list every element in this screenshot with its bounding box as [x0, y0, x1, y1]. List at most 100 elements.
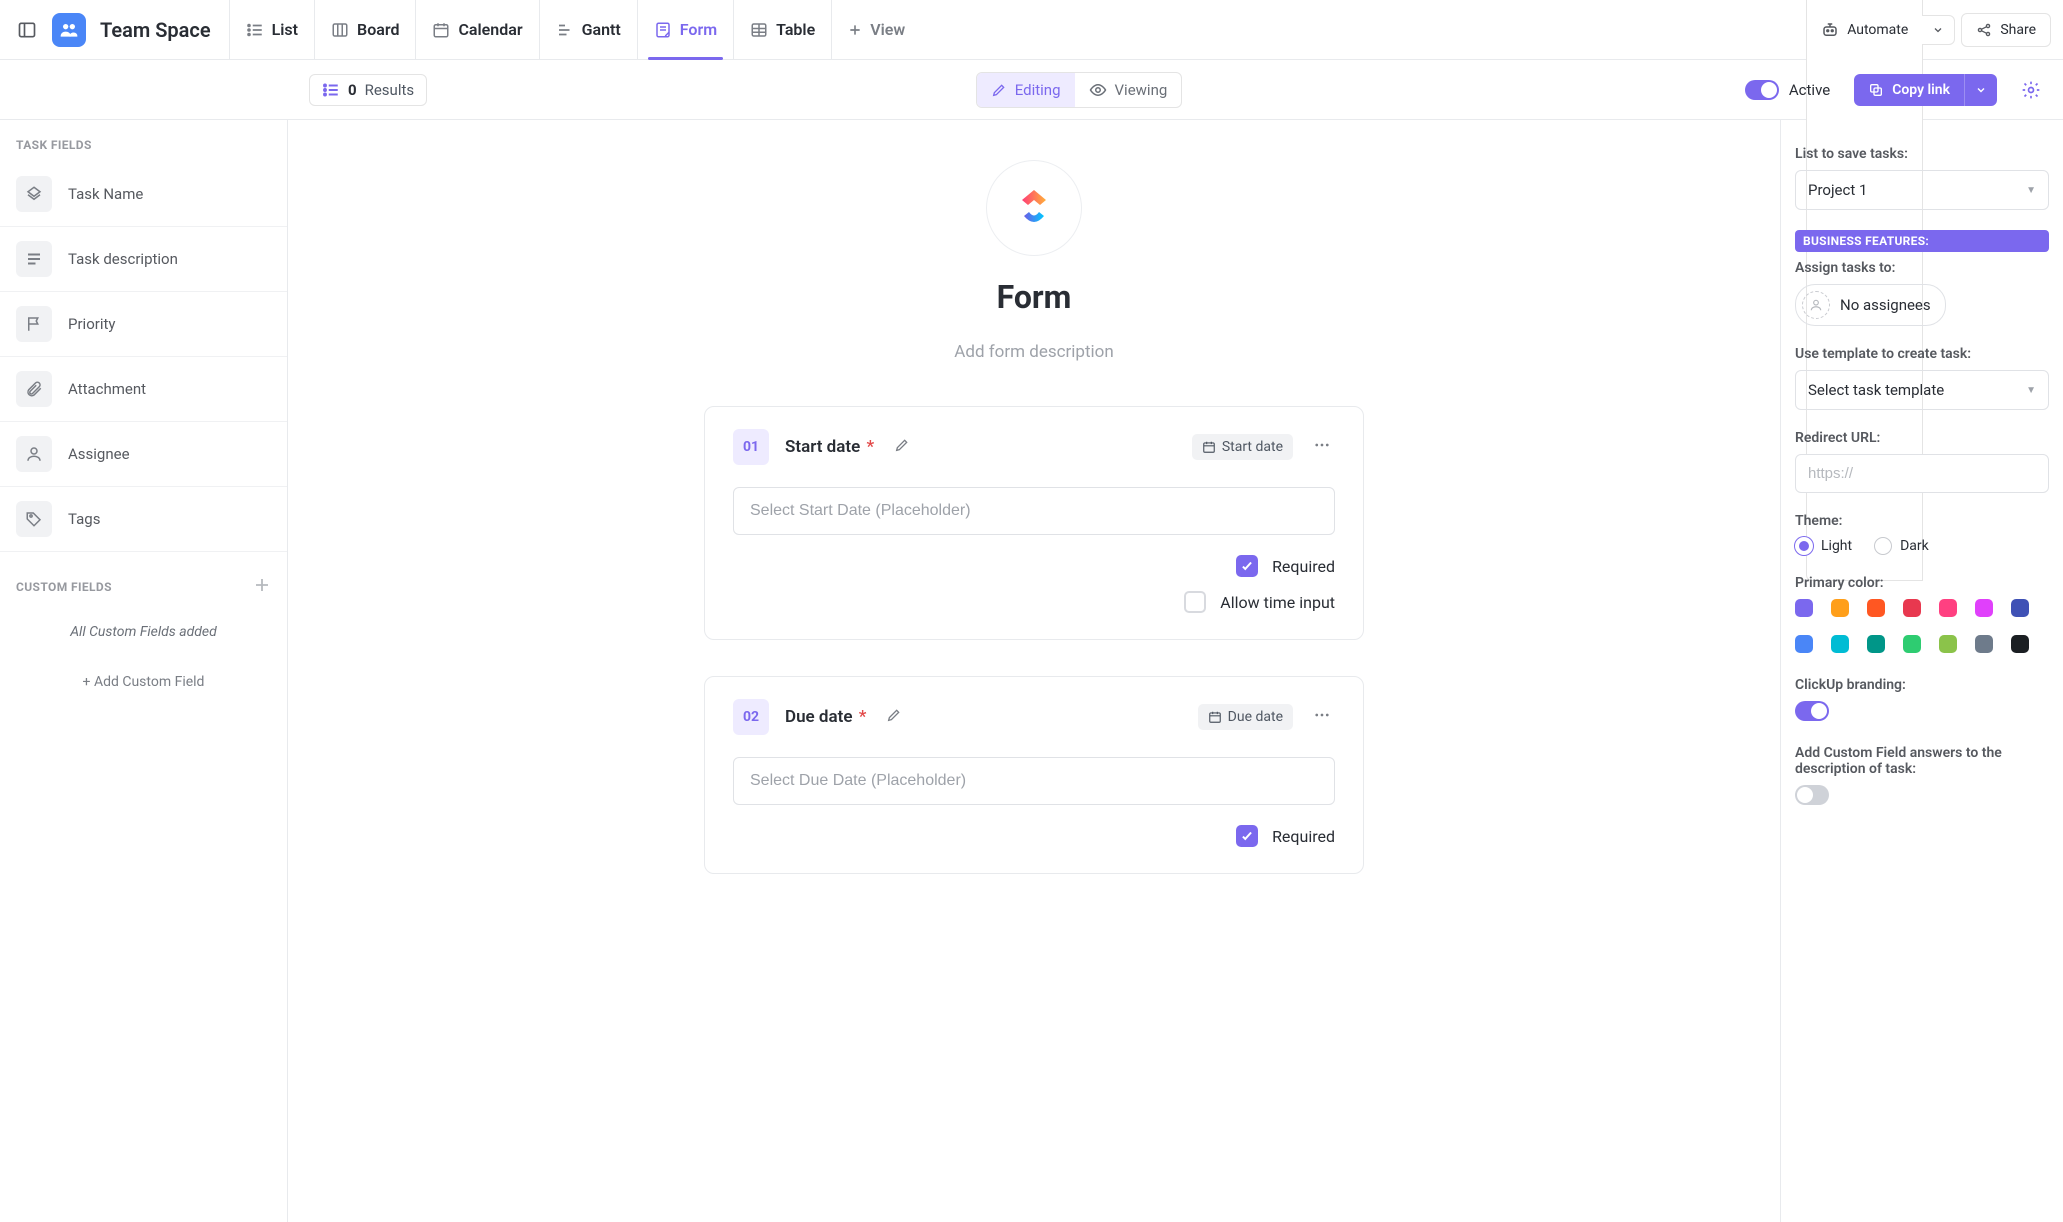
copy-link-dropdown[interactable]	[1964, 74, 1997, 106]
assign-label: Assign tasks to:	[1795, 260, 2049, 276]
form-title[interactable]: Form	[704, 278, 1364, 316]
field-item-priority[interactable]: Priority	[0, 292, 287, 357]
redirect-url-input[interactable]	[1795, 454, 2049, 493]
color-swatch[interactable]	[1903, 599, 1921, 617]
edit-field-title-button[interactable]	[894, 437, 910, 457]
color-swatch[interactable]	[2011, 599, 2029, 617]
add-view-button[interactable]: View	[831, 0, 921, 59]
field-item-attachment[interactable]: Attachment	[0, 357, 287, 422]
list-save-select[interactable]: Project 1 ▼	[1795, 170, 2049, 210]
editing-toggle[interactable]: Editing	[977, 73, 1075, 107]
assign-tasks-select[interactable]: No assignees	[1795, 284, 1946, 326]
pencil-icon	[886, 707, 902, 723]
color-swatch[interactable]	[1903, 635, 1921, 653]
plus-icon	[848, 23, 862, 37]
view-tab-form[interactable]: Form	[637, 0, 733, 59]
person-icon	[1809, 298, 1823, 312]
color-swatch[interactable]	[1831, 635, 1849, 653]
active-toggle[interactable]	[1745, 80, 1779, 100]
automate-dropdown-button[interactable]	[1922, 15, 1955, 45]
list-save-value: Project 1	[1808, 181, 1867, 199]
tag-icon	[25, 510, 43, 528]
color-swatch[interactable]	[1795, 635, 1813, 653]
field-title[interactable]: Start date *	[785, 437, 874, 457]
eye-icon	[1089, 81, 1107, 99]
sidebar-toggle-icon	[17, 20, 37, 40]
gear-icon	[2021, 80, 2041, 100]
theme-label: Theme:	[1795, 513, 2049, 529]
field-menu-button[interactable]	[1309, 702, 1335, 732]
add-custom-field-button[interactable]: + Add Custom Field	[0, 656, 287, 708]
copy-link-label: Copy link	[1892, 82, 1950, 98]
color-swatch[interactable]	[1867, 599, 1885, 617]
assign-value: No assignees	[1840, 296, 1931, 314]
field-item-task-name[interactable]: Task Name	[0, 162, 287, 227]
color-swatch[interactable]	[1867, 635, 1885, 653]
cfdesc-toggle[interactable]	[1795, 785, 1829, 805]
template-label: Use template to create task:	[1795, 346, 2049, 362]
list-icon	[322, 81, 340, 99]
edit-field-title-button[interactable]	[886, 707, 902, 727]
chevron-down-icon: ▼	[2026, 385, 2036, 396]
color-swatch[interactable]	[1975, 599, 1993, 617]
form-description-placeholder[interactable]: Add form description	[704, 342, 1364, 362]
field-item-task-description[interactable]: Task description	[0, 227, 287, 292]
color-swatch[interactable]	[1939, 635, 1957, 653]
view-tab-table[interactable]: Table	[733, 0, 831, 59]
field-label: Task Name	[68, 185, 143, 203]
radio-off-icon	[1874, 537, 1892, 555]
task-fields-header: TASK FIELDS	[0, 120, 287, 162]
view-tab-gantt[interactable]: Gantt	[539, 0, 637, 59]
field-item-tags[interactable]: Tags	[0, 487, 287, 552]
field-type-pill: Due date	[1198, 704, 1293, 730]
view-tab-label: Board	[357, 20, 399, 39]
color-swatch[interactable]	[1831, 599, 1849, 617]
template-select[interactable]: Select task template ▼	[1795, 370, 2049, 410]
form-field-card: 01 Start date * Start date	[704, 406, 1364, 640]
field-item-assignee[interactable]: Assignee	[0, 422, 287, 487]
board-icon	[331, 21, 349, 39]
color-swatch[interactable]	[1975, 635, 1993, 653]
copy-link-button[interactable]: Copy link	[1854, 74, 1964, 106]
list-icon	[246, 21, 264, 39]
view-tab-label: Gantt	[582, 20, 621, 39]
check-icon	[1240, 559, 1254, 573]
share-button[interactable]: Share	[1961, 13, 2051, 47]
field-menu-button[interactable]	[1309, 432, 1335, 462]
cfdesc-label: Add Custom Field answers to the descript…	[1795, 745, 2049, 777]
custom-fields-empty: All Custom Fields added	[0, 608, 287, 656]
theme-light-label: Light	[1821, 538, 1852, 554]
required-label: Required	[1272, 557, 1335, 576]
viewing-toggle[interactable]: Viewing	[1075, 73, 1182, 107]
theme-light-option[interactable]: Light	[1795, 537, 1852, 555]
allow-time-checkbox[interactable]	[1184, 591, 1206, 613]
start-date-input[interactable]	[733, 487, 1335, 535]
theme-dark-label: Dark	[1900, 538, 1929, 554]
form-logo[interactable]	[986, 160, 1082, 256]
field-label: Attachment	[68, 380, 146, 398]
results-chip[interactable]: 0 Results	[309, 74, 427, 106]
view-tab-label: Form	[680, 20, 717, 39]
color-swatch[interactable]	[1795, 599, 1813, 617]
branding-toggle[interactable]	[1795, 701, 1829, 721]
field-title[interactable]: Due date *	[785, 707, 866, 727]
kebab-icon	[1313, 706, 1331, 724]
color-swatch[interactable]	[2011, 635, 2029, 653]
view-tab-list[interactable]: List	[229, 0, 314, 59]
viewing-label: Viewing	[1115, 81, 1168, 99]
table-icon	[750, 21, 768, 39]
add-custom-field-plus[interactable]	[253, 576, 271, 598]
copy-icon	[1868, 82, 1884, 98]
view-tab-calendar[interactable]: Calendar	[415, 0, 538, 59]
color-swatch[interactable]	[1939, 599, 1957, 617]
due-date-input[interactable]	[733, 757, 1335, 805]
form-field-card: 02 Due date * Due date	[704, 676, 1364, 874]
toggle-sidebar-button[interactable]	[12, 15, 42, 45]
form-settings-button[interactable]	[2015, 74, 2047, 106]
required-checkbox[interactable]	[1236, 555, 1258, 577]
required-checkbox[interactable]	[1236, 825, 1258, 847]
radio-on-icon	[1795, 537, 1813, 555]
view-tab-board[interactable]: Board	[314, 0, 415, 59]
share-label: Share	[2000, 22, 2036, 38]
theme-dark-option[interactable]: Dark	[1874, 537, 1929, 555]
